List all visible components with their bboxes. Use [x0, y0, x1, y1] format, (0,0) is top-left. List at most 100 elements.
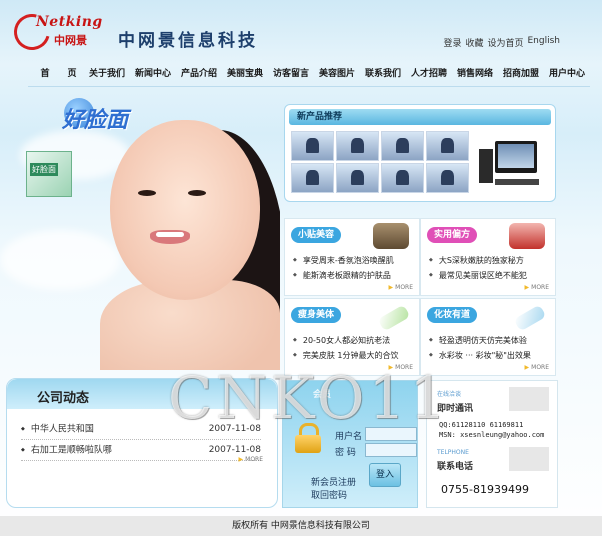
- username-input[interactable]: [365, 427, 417, 441]
- logo[interactable]: Netking 中网景: [7, 7, 114, 57]
- model-face: [110, 120, 260, 300]
- list-item[interactable]: 完美皮肤 1分钟最大的合饮: [293, 348, 413, 363]
- model-eye: [138, 190, 156, 196]
- product-thumbnail[interactable]: [426, 131, 469, 161]
- product-thumbnail[interactable]: [336, 131, 379, 161]
- list-item[interactable]: 享受周末-香氛泡浴唤醒肌: [293, 253, 413, 268]
- nav-item-guestbook[interactable]: 访客留言: [268, 66, 314, 84]
- model-teeth: [156, 232, 184, 237]
- nav-item-sales-network[interactable]: 销售网络: [452, 66, 498, 84]
- more-link[interactable]: MORE: [239, 456, 263, 463]
- category-tag[interactable]: 小贴美容: [291, 227, 341, 243]
- category-list: 大S深秋嫩肤的独家秘方 最常见美丽误区绝不能犯: [429, 253, 549, 283]
- computer-image[interactable]: [475, 141, 545, 191]
- register-link[interactable]: 新会员注册: [311, 477, 356, 490]
- nav-item-home-1[interactable]: 首: [30, 66, 60, 84]
- footer: 版权所有 中网景信息科技有限公司: [0, 516, 602, 536]
- category-tag[interactable]: 瘦身美体: [291, 307, 341, 323]
- lock-icon: [295, 423, 321, 453]
- nav-divider: [28, 86, 590, 87]
- favorite-link[interactable]: 收藏: [465, 36, 483, 49]
- password-input[interactable]: [365, 443, 417, 457]
- nav-item-gallery[interactable]: 美容图片: [314, 66, 360, 84]
- login-links: 新会员注册 取回密码: [311, 477, 356, 503]
- hero-banner: 好脸面 好脸面: [0, 90, 280, 370]
- more-link[interactable]: MORE: [389, 364, 413, 371]
- category-tag[interactable]: 实用偏方: [427, 227, 477, 243]
- nav-item-franchise[interactable]: 招商加盟: [498, 66, 544, 84]
- login-link[interactable]: 登录: [443, 36, 461, 49]
- product-thumbnail[interactable]: [291, 131, 334, 161]
- nav-item-home-2[interactable]: 页: [60, 66, 84, 84]
- product-thumbnail[interactable]: [381, 163, 424, 193]
- product-thumbnail[interactable]: [381, 131, 424, 161]
- logo-english: Netking: [36, 14, 103, 30]
- new-products-panel: 新产品推荐: [284, 104, 556, 202]
- nav-item-user-center[interactable]: 用户中心: [544, 66, 590, 84]
- company-news-panel: 公司动态 中华人民共和国 2007-11-08 右加工是顺畅啦队哪 2007-1…: [6, 378, 278, 508]
- main-nav: 首 页 关于我们 新闻中心 产品介绍 美丽宝典 访客留言 美容图片 联系我们 人…: [30, 66, 590, 84]
- hero-slogan: 好脸面: [62, 107, 129, 133]
- member-login-panel: 会员 用户名 密 码 登入 新会员注册 取回密码: [282, 380, 418, 508]
- top-links: 登录 收藏 设为首页 English: [443, 36, 560, 49]
- cream-jar-image: [373, 223, 409, 249]
- nav-item-beauty-guide[interactable]: 美丽宝典: [222, 66, 268, 84]
- news-item[interactable]: 中华人民共和国 2007-11-08: [21, 419, 261, 440]
- product-thumbnail[interactable]: [291, 163, 334, 193]
- product-box-label: 好脸面: [30, 163, 58, 176]
- nav-item-jobs[interactable]: 人才招聘: [406, 66, 452, 84]
- category-list: 轻盈透明仿天仿完美体验 水彩妆 ··· 彩妆"秘"出效果: [429, 333, 549, 363]
- product-thumbnails: [291, 131, 469, 193]
- more-link[interactable]: MORE: [525, 364, 549, 371]
- news-title: 公司动态: [37, 391, 90, 406]
- more-link[interactable]: MORE: [389, 284, 413, 291]
- category-beauty-tips: 小贴美容 享受周末-香氛泡浴唤醒肌 能斯滴老板跟精的护肤品 MORE: [284, 218, 420, 296]
- news-item-date: 2007-11-08: [208, 424, 261, 434]
- phone-number: 0755-81939499: [441, 483, 529, 496]
- phone-title: 联系电话: [437, 462, 474, 472]
- tube-image: [513, 304, 547, 332]
- instant-message-title: 即时通讯: [437, 404, 474, 414]
- contact-panel: 在线洽谈 即时通讯 QQ:61128110 61169811 MSN: xses…: [426, 380, 558, 508]
- nav-item-contact[interactable]: 联系我们: [360, 66, 406, 84]
- more-link[interactable]: MORE: [525, 284, 549, 291]
- category-body-slimming: 瘦身美体 20-50女人都必知抗老法 完美皮肤 1分钟最大的合饮 MORE: [284, 298, 420, 376]
- category-list: 享受周末-香氛泡浴唤醒肌 能斯滴老板跟精的护肤品: [293, 253, 413, 283]
- product-thumbnail[interactable]: [336, 163, 379, 193]
- pc-monitor: [495, 141, 537, 173]
- logo-chinese: 中网景: [54, 34, 87, 47]
- page: Netking 中网景 中网景信息科技 登录 收藏 设为首页 English 首…: [0, 0, 602, 536]
- online-tag: 在线洽谈: [437, 391, 462, 398]
- login-header: 会员: [313, 390, 332, 400]
- model-eye: [188, 190, 206, 196]
- header: Netking 中网景 中网景信息科技 登录 收藏 设为首页 English: [0, 0, 602, 60]
- news-item[interactable]: 右加工是顺畅啦队哪 2007-11-08: [21, 440, 261, 461]
- list-item[interactable]: 大S深秋嫩肤的独家秘方: [429, 253, 549, 268]
- cream-jar-image: [509, 223, 545, 249]
- product-thumbnail[interactable]: [426, 163, 469, 193]
- product-box-image[interactable]: 好脸面: [20, 145, 75, 200]
- category-remedies: 实用偏方 大S深秋嫩肤的独家秘方 最常见美丽误区绝不能犯 MORE: [420, 218, 556, 296]
- login-button[interactable]: 登入: [369, 463, 401, 487]
- msn-address: MSN: xsesnleung@yahoo.com: [439, 431, 545, 439]
- nav-item-products[interactable]: 产品介绍: [176, 66, 222, 84]
- im-status-box[interactable]: [509, 387, 549, 411]
- set-homepage-link[interactable]: 设为首页: [487, 36, 523, 49]
- news-item-title[interactable]: 右加工是顺畅啦队哪: [21, 440, 112, 460]
- news-item-title[interactable]: 中华人民共和国: [21, 419, 94, 439]
- recover-password-link[interactable]: 取回密码: [311, 490, 356, 503]
- nav-item-news[interactable]: 新闻中心: [130, 66, 176, 84]
- category-tag[interactable]: 化妆有道: [427, 307, 477, 323]
- company-name: 中网景信息科技: [118, 31, 258, 51]
- english-link[interactable]: English: [528, 36, 561, 49]
- list-item[interactable]: 水彩妆 ··· 彩妆"秘"出效果: [429, 348, 549, 363]
- list-item[interactable]: 20-50女人都必知抗老法: [293, 333, 413, 348]
- copyright-text: 版权所有 中网景信息科技有限公司: [232, 521, 370, 531]
- password-label: 密 码: [335, 448, 356, 458]
- category-makeup: 化妆有道 轻盈透明仿天仿完美体验 水彩妆 ··· 彩妆"秘"出效果 MORE: [420, 298, 556, 376]
- pc-keyboard: [495, 179, 539, 185]
- list-item[interactable]: 轻盈透明仿天仿完美体验: [429, 333, 549, 348]
- list-item[interactable]: 最常见美丽误区绝不能犯: [429, 268, 549, 283]
- list-item[interactable]: 能斯滴老板跟精的护肤品: [293, 268, 413, 283]
- nav-item-about[interactable]: 关于我们: [84, 66, 130, 84]
